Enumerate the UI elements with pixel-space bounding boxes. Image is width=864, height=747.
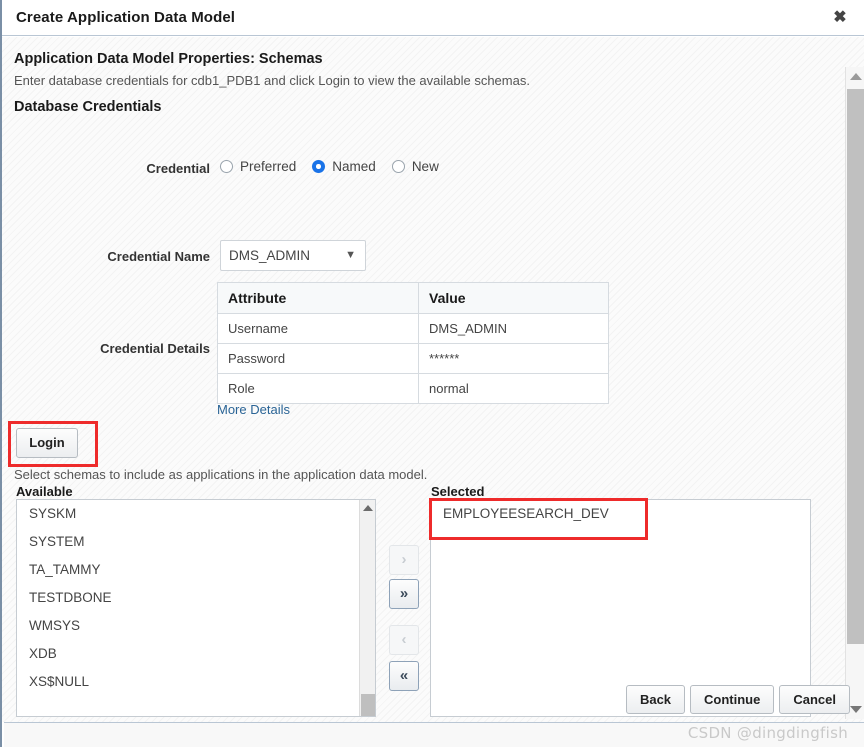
radio-option-named[interactable]: Named: [312, 159, 376, 174]
radio-label-preferred: Preferred: [240, 159, 297, 174]
dialog-title: Create Application Data Model: [16, 9, 236, 26]
cell-value-password: ******: [418, 343, 609, 374]
continue-button[interactable]: Continue: [690, 685, 775, 714]
create-application-data-model-dialog: Create Application Data Model ✖ Applicat…: [0, 0, 864, 747]
back-button[interactable]: Back: [625, 685, 686, 714]
scrollbar-thumb[interactable]: [847, 89, 864, 644]
credential-name-select[interactable]: DMS_ADMIN ▼: [220, 240, 366, 271]
schema-help-text: Select schemas to include as application…: [14, 467, 428, 482]
credential-name-value: DMS_ADMIN: [229, 248, 311, 263]
table-header-value: Value: [418, 282, 609, 314]
credential-details-table: Attribute Value Username DMS_ADMIN Passw…: [217, 282, 609, 404]
radio-label-named: Named: [332, 159, 376, 174]
table-row: Username DMS_ADMIN: [217, 313, 609, 344]
table-row: Password ******: [217, 343, 609, 374]
list-item[interactable]: TESTDBONE: [17, 584, 375, 612]
credential-radio-group: Preferred Named New: [220, 159, 455, 174]
list-item[interactable]: EMPLOYEESEARCH_DEV: [431, 500, 810, 528]
cell-value-role: normal: [418, 373, 609, 404]
cell-attribute-password: Password: [217, 343, 419, 374]
credential-details-label: Credential Details: [100, 341, 210, 356]
footer-button-group: Back Continue Cancel: [625, 685, 850, 714]
radio-icon-preferred: [220, 160, 233, 173]
cancel-button[interactable]: Cancel: [779, 685, 850, 714]
cell-attribute-role: Role: [217, 373, 419, 404]
radio-option-new[interactable]: New: [391, 159, 439, 174]
credential-name-label: Credential Name: [107, 249, 210, 264]
page-subtext: Enter database credentials for cdb1_PDB1…: [14, 73, 530, 88]
dialog-scrollbar[interactable]: [845, 67, 864, 719]
selected-list-label: Selected: [431, 484, 485, 499]
move-right-button[interactable]: ›: [389, 545, 419, 575]
table-row: Role normal: [217, 373, 609, 404]
list-item[interactable]: SYSKM: [17, 500, 375, 528]
list-item[interactable]: SYSTEM: [17, 528, 375, 556]
dialog-body: Application Data Model Properties: Schem…: [2, 37, 864, 722]
credential-label: Credential: [146, 161, 210, 176]
move-all-right-button[interactable]: »: [389, 579, 419, 609]
available-list-scrollbar[interactable]: [359, 500, 375, 716]
page-title: Application Data Model Properties: Schem…: [14, 51, 323, 67]
scrollbar-thumb[interactable]: [361, 694, 375, 716]
table-header-attribute: Attribute: [217, 282, 419, 314]
cell-attribute-username: Username: [217, 313, 419, 344]
available-list-label: Available: [16, 484, 73, 499]
move-all-left-button[interactable]: «: [389, 661, 419, 691]
available-schemas-list[interactable]: SYSKM SYSTEM TA_TAMMY TESTDBONE WMSYS XD…: [16, 499, 376, 717]
list-item[interactable]: TA_TAMMY: [17, 556, 375, 584]
watermark: CSDN @dingdingfish: [687, 724, 848, 742]
table-header-row: Attribute Value: [217, 282, 609, 314]
scroll-up-arrow-icon[interactable]: [363, 505, 373, 511]
move-left-button[interactable]: ‹: [389, 625, 419, 655]
radio-icon-named: [312, 160, 326, 173]
list-item[interactable]: XDB: [17, 640, 375, 668]
cell-value-username: DMS_ADMIN: [418, 313, 609, 344]
login-button[interactable]: Login: [16, 428, 78, 458]
section-title-database-credentials: Database Credentials: [14, 99, 162, 115]
scroll-up-arrow-icon[interactable]: [850, 73, 862, 80]
dialog-titlebar: Create Application Data Model ✖: [2, 0, 864, 36]
list-item[interactable]: XS$NULL: [17, 668, 375, 696]
radio-label-new: New: [411, 159, 439, 174]
list-item[interactable]: WMSYS: [17, 612, 375, 640]
radio-icon-new: [391, 160, 405, 173]
scroll-down-arrow-icon[interactable]: [850, 706, 862, 713]
radio-option-preferred[interactable]: Preferred: [220, 159, 296, 174]
more-details-link[interactable]: More Details: [217, 402, 290, 417]
chevron-down-icon: ▼: [345, 249, 356, 261]
close-icon[interactable]: ✖: [830, 8, 850, 28]
